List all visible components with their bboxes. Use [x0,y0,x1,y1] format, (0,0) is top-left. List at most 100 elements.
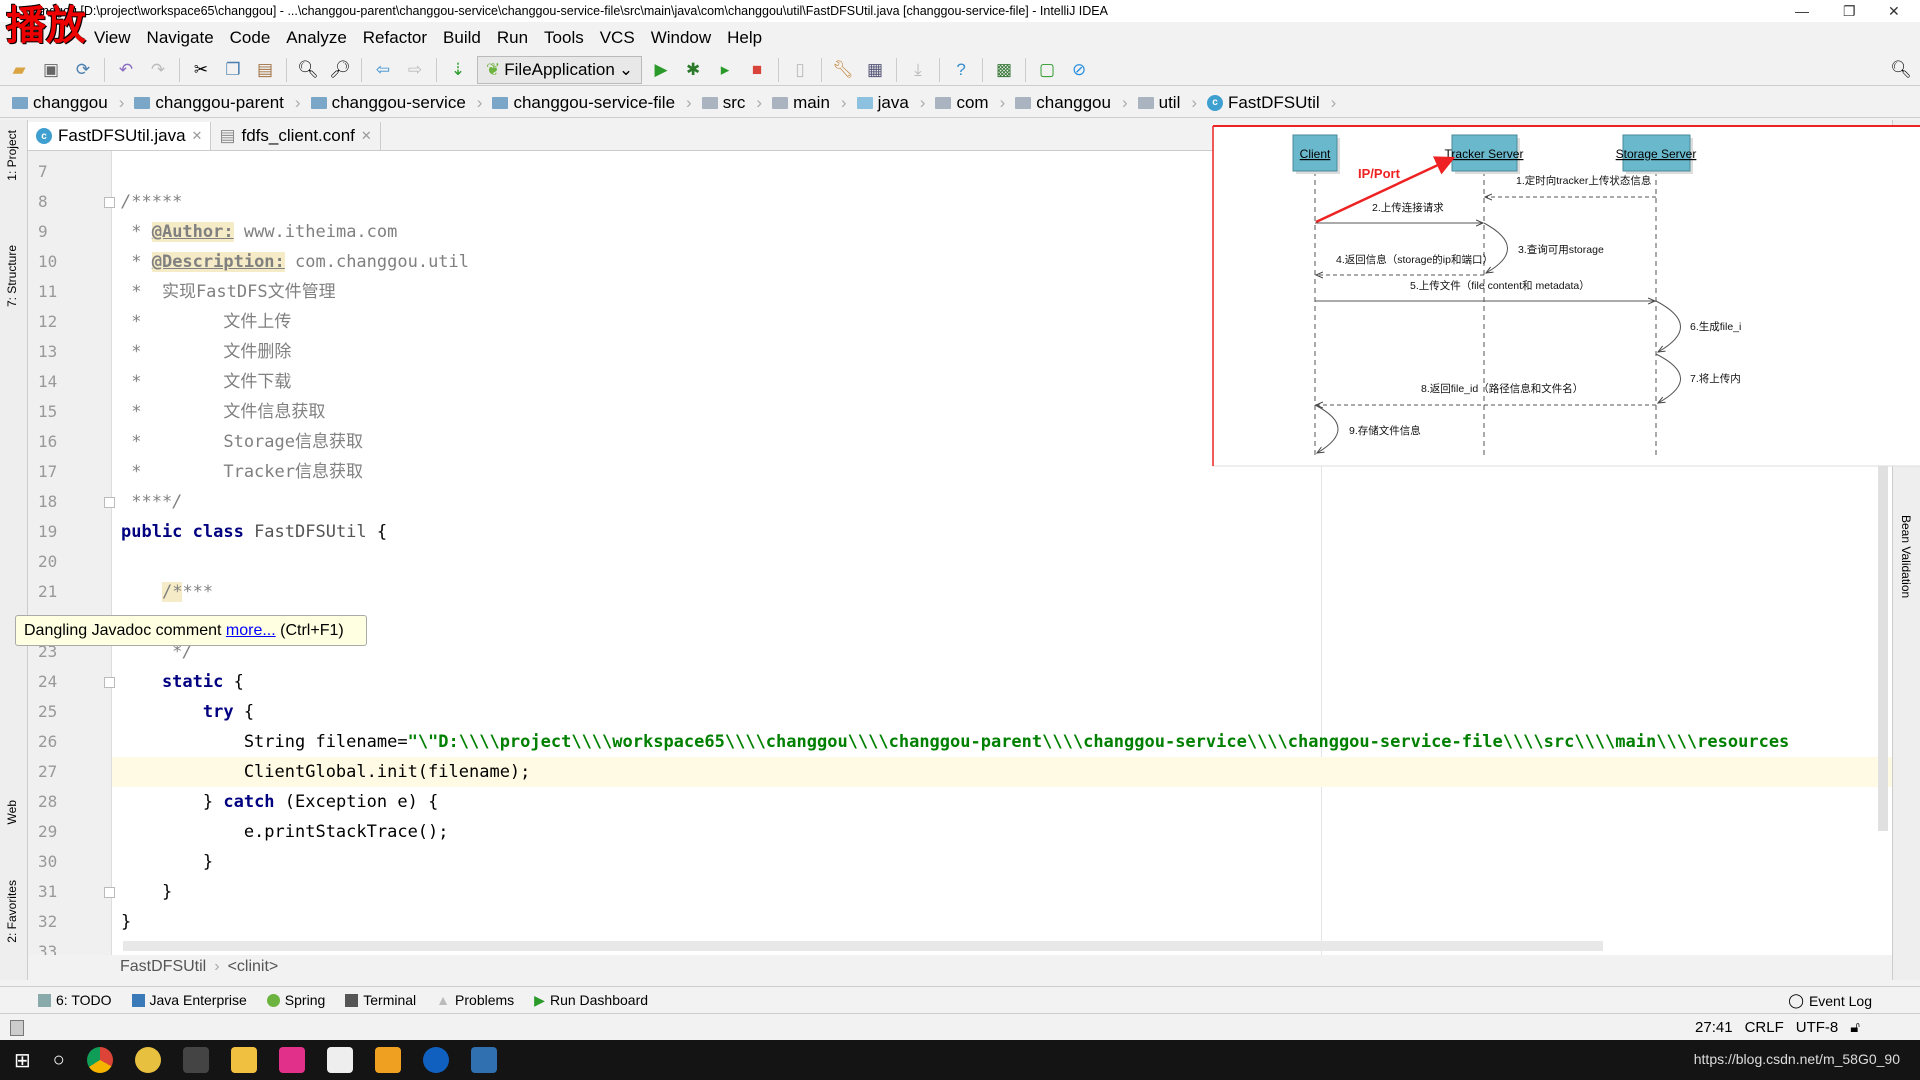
redo-icon[interactable]: ↷ [145,57,171,83]
minimize-button[interactable]: — [1795,0,1809,22]
menu-build[interactable]: Build [435,24,489,52]
code-line[interactable]: */ [121,637,1892,667]
code-line[interactable]: public class FastDFSUtil { [121,517,1892,547]
menu-window[interactable]: Window [643,24,719,52]
download-icon[interactable]: ⤓ [905,57,931,83]
terminal-tool-button[interactable]: Terminal [345,992,416,1008]
lock-icon[interactable]: 🔓︎ [1850,1016,1860,1040]
app-icon[interactable] [422,1047,449,1073]
help-icon[interactable]: ? [948,57,974,83]
app-icon[interactable] [374,1047,401,1073]
breadcrumb-item[interactable]: changgou-service › [310,93,493,113]
coverage-icon[interactable]: ▸ [712,57,738,83]
restore-button[interactable]: ❐ [1843,0,1856,22]
code-line[interactable]: static { [121,667,1892,697]
breadcrumb-item[interactable]: c FastDFSUtil › [1207,93,1346,113]
paste-icon[interactable]: ▤ [252,57,278,83]
breadcrumb-item[interactable]: com › [935,93,1015,113]
code-line[interactable]: /**** [121,577,1892,607]
breadcrumb-item[interactable]: changgou › [1015,93,1137,113]
undo-icon[interactable]: ↶ [113,57,139,83]
menu-navigate[interactable]: Navigate [139,24,222,52]
spring-tool-button[interactable]: Spring [266,992,325,1008]
menu-analyze[interactable]: Analyze [278,24,354,52]
back-icon[interactable]: ⇦ [370,57,396,83]
file-explorer-icon[interactable] [230,1047,257,1073]
search-everywhere-icon[interactable]: 🔍︎ [1888,57,1914,83]
chrome-icon[interactable] [86,1047,113,1073]
breadcrumb-item[interactable]: changgou-parent › [134,93,310,113]
menu-vcs[interactable]: VCS [592,24,643,52]
code-line[interactable]: ****/ [121,487,1892,517]
code-line[interactable] [121,547,1892,577]
app-icon[interactable] [470,1047,497,1073]
fold-marker-icon[interactable] [104,497,115,508]
plugin-icon[interactable]: ▩ [991,57,1017,83]
code-line[interactable]: e.printStackTrace(); [121,817,1892,847]
app-icon[interactable] [182,1047,209,1073]
breadcrumb-item[interactable]: java › [856,93,936,113]
stop-icon[interactable]: ■ [744,57,770,83]
settings-icon[interactable]: 🔧︎ [830,57,856,83]
structure-tool-button[interactable]: 7: Structure [5,245,19,307]
web-tool-button[interactable]: Web [5,800,19,824]
typora-icon[interactable] [326,1047,353,1073]
code-line[interactable]: } [121,907,1892,937]
bean-validation-tool-button[interactable]: Bean Validation [1899,515,1913,598]
java-enterprise-tool-button[interactable]: Java Enterprise [131,992,247,1008]
todo-tool-button[interactable]: 6: TODO [38,992,112,1008]
event-log-button[interactable]: ◯ Event Log [1788,992,1872,1009]
toggle-tool-windows-icon[interactable] [10,1020,24,1036]
code-line[interactable] [121,607,1892,637]
monitor-icon[interactable]: ▢ [1034,57,1060,83]
search-icon[interactable]: ○ [53,1049,65,1072]
project-structure-icon[interactable]: ▦ [862,57,888,83]
run-configuration-select[interactable]: ❦ FileApplication ⌄ [477,55,643,84]
windows-start-icon[interactable]: ⊞ [14,1048,31,1073]
problems-tool-button[interactable]: ▲ Problems [436,992,514,1008]
code-line[interactable]: } [121,847,1892,877]
menu-view[interactable]: View [86,24,139,52]
forward-icon[interactable]: ⇨ [402,57,428,83]
breadcrumb-item[interactable]: main › [772,93,857,113]
project-tool-button[interactable]: 1: Project [5,130,19,181]
menu-refactor[interactable]: Refactor [355,24,435,52]
replace-icon[interactable]: 🔎︎ [327,57,353,83]
menu-code[interactable]: Code [222,24,279,52]
caret-position[interactable]: 27:41 [1695,1016,1733,1040]
open-icon[interactable]: ▰ [6,57,32,83]
code-line[interactable]: try { [121,697,1892,727]
tooltip-more-link[interactable]: more... [226,622,276,639]
tab-fdfs-client-conf[interactable]: ▤ fdfs_client.conf ✕ [211,122,381,150]
fold-marker-icon[interactable] [104,677,115,688]
run-dashboard-tool-button[interactable]: ▶ Run Dashboard [534,992,648,1009]
close-tab-icon[interactable]: ✕ [361,128,372,144]
fold-marker-icon[interactable] [104,887,115,898]
tab-fastdfsutil-java[interactable]: c FastDFSUtil.java ✕ [28,122,212,150]
code-line[interactable]: String filename="\"D:\\\\project\\\\work… [121,727,1892,757]
code-line[interactable]: ClientGlobal.init(filename); [112,757,1892,787]
intellij-icon[interactable] [278,1047,305,1073]
run-icon[interactable]: ▶ [648,57,674,83]
sync-icon[interactable]: ⟳ [70,57,96,83]
menu-run[interactable]: Run [489,24,536,52]
close-tab-icon[interactable]: ✕ [192,128,203,144]
breadcrumb-item[interactable]: changgou-service-file › [492,93,701,113]
crumb-member[interactable]: <clinit> [228,958,279,976]
line-separator[interactable]: CRLF [1745,1016,1784,1040]
debug-icon[interactable]: ✱ [680,57,706,83]
build-icon[interactable]: ⇣ [445,57,471,83]
menu-help[interactable]: Help [719,24,770,52]
disable-icon[interactable]: ⊘ [1066,57,1092,83]
breadcrumb-item[interactable]: util › [1137,93,1207,113]
menu-tools[interactable]: Tools [536,24,592,52]
breadcrumb-item[interactable]: src › [701,93,772,113]
horizontal-scrollbar[interactable] [123,941,1603,951]
find-icon[interactable]: 🔍︎ [295,57,321,83]
app-icon[interactable] [134,1047,161,1073]
crumb-class[interactable]: FastDFSUtil [120,958,206,976]
fold-marker-icon[interactable] [104,197,115,208]
cut-icon[interactable]: ✂ [188,57,214,83]
close-window-button[interactable]: ✕ [1888,0,1900,22]
favorites-tool-button[interactable]: 2: Favorites [5,880,19,943]
